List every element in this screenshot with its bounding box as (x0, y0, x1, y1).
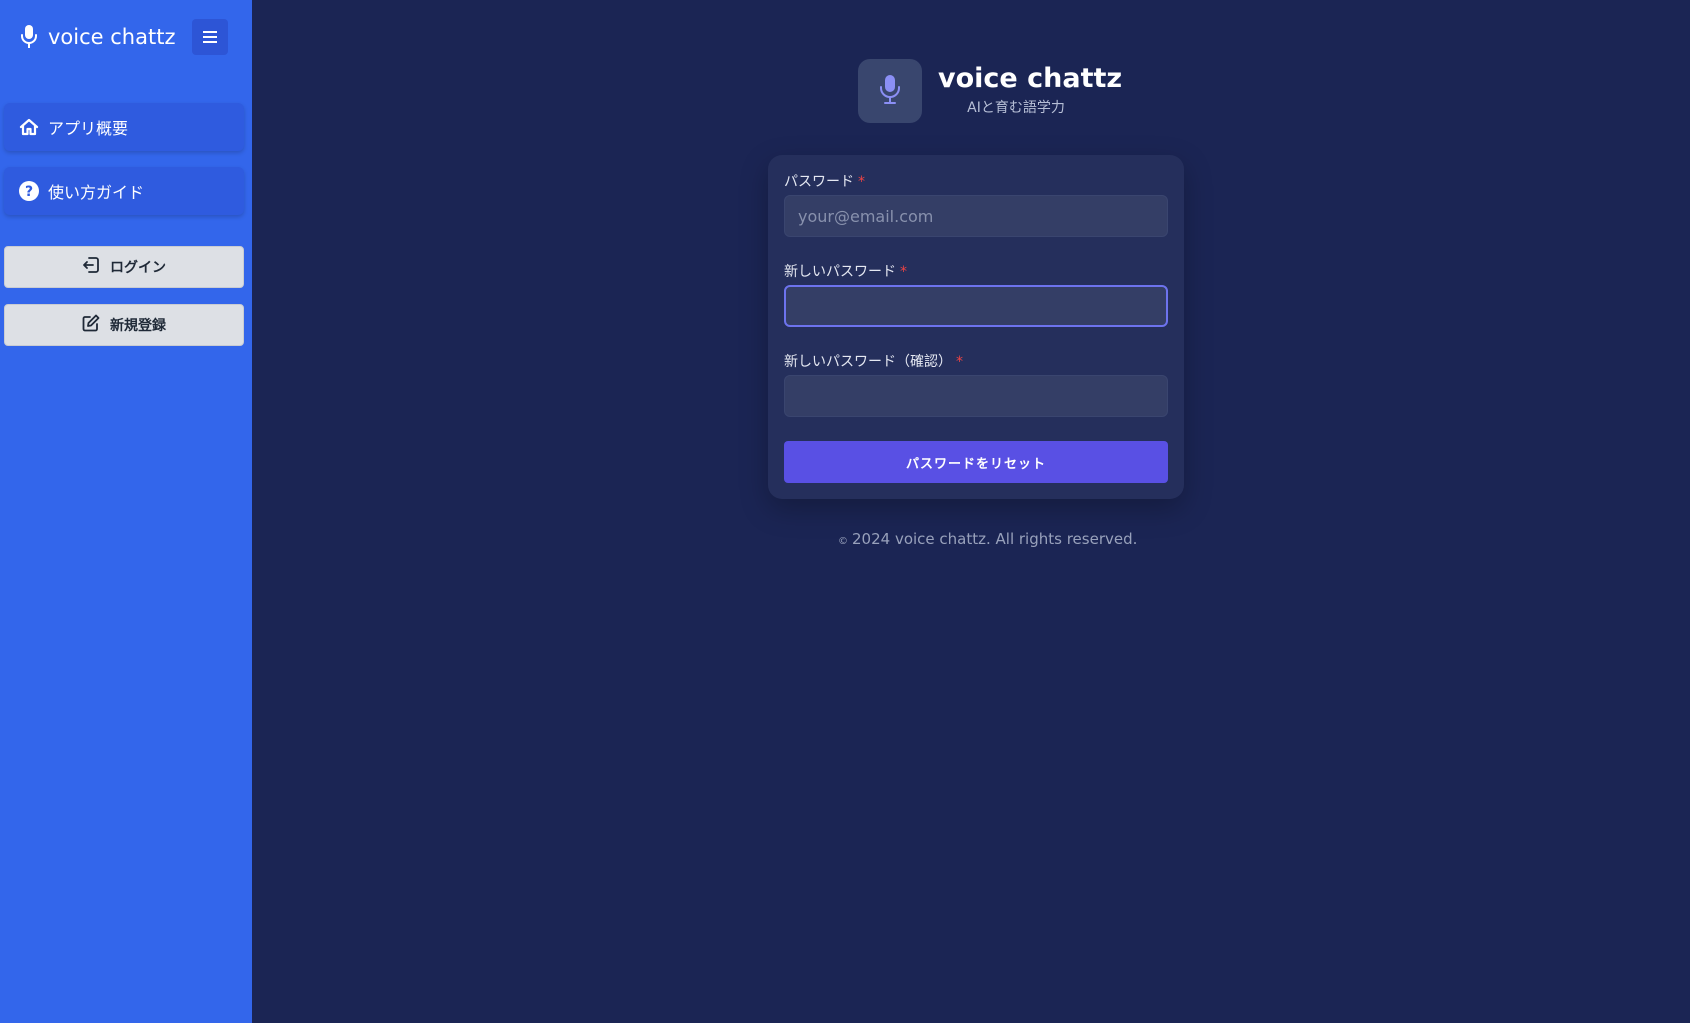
question-circle-icon: ? (18, 180, 40, 202)
sidebar: voice chattz アプリ概要 ? 使い方ガイド ログイン 新規登録 (0, 0, 252, 1023)
new-password-input[interactable] (784, 285, 1168, 327)
microphone-icon (879, 73, 901, 109)
required-mark: * (956, 354, 963, 370)
page-subtitle: AIと育む語学力 (967, 100, 1065, 116)
password-reset-form: パスワード* 新しいパスワード* 新しいパスワード（確認）* パスワードをリセッ… (768, 155, 1184, 499)
svg-text:?: ? (25, 184, 33, 200)
page-title: voice chattz (938, 63, 1123, 94)
microphone-icon (20, 24, 38, 50)
home-icon (18, 116, 40, 138)
footer-copyright: © 2024 voice chattz. All rights reserved. (838, 530, 1137, 548)
sidebar-item-guide[interactable]: ? 使い方ガイド (4, 167, 244, 215)
hamburger-icon (203, 28, 217, 47)
login-icon (82, 256, 100, 278)
copyright-text: 2024 voice chattz. All rights reserved. (852, 530, 1138, 548)
field-label-text: 新しいパスワード (784, 264, 896, 280)
new-password-label: 新しいパスワード * (784, 261, 907, 281)
login-label: ログイン (110, 260, 166, 276)
field-label-text: 新しいパスワード（確認） (784, 354, 952, 370)
field-label-text: パスワード (784, 174, 854, 190)
register-label: 新規登録 (110, 318, 166, 334)
sidebar-item-label: アプリ概要 (48, 119, 129, 138)
sidebar-item-overview[interactable]: アプリ概要 (4, 103, 244, 151)
menu-toggle-button[interactable] (192, 19, 228, 55)
brand-name: voice chattz (48, 25, 176, 49)
reset-password-button[interactable]: パスワードをリセット (784, 441, 1168, 483)
edit-icon (82, 314, 100, 336)
brand[interactable]: voice chattz (20, 20, 175, 54)
login-button[interactable]: ログイン (4, 246, 244, 288)
sidebar-item-label: 使い方ガイド (48, 183, 145, 202)
required-mark: * (900, 264, 907, 280)
copyright-symbol: © (838, 536, 848, 547)
register-button[interactable]: 新規登録 (4, 304, 244, 346)
app-logo (858, 59, 922, 123)
app-root: voice chattz アプリ概要 ? 使い方ガイド ログイン 新規登録 vo… (0, 0, 1690, 1023)
current-password-input[interactable] (784, 195, 1168, 237)
confirm-password-input[interactable] (784, 375, 1168, 417)
confirm-password-label: 新しいパスワード（確認） * (784, 351, 963, 371)
current-password-label: パスワード * (784, 171, 865, 191)
required-mark: * (858, 174, 865, 190)
